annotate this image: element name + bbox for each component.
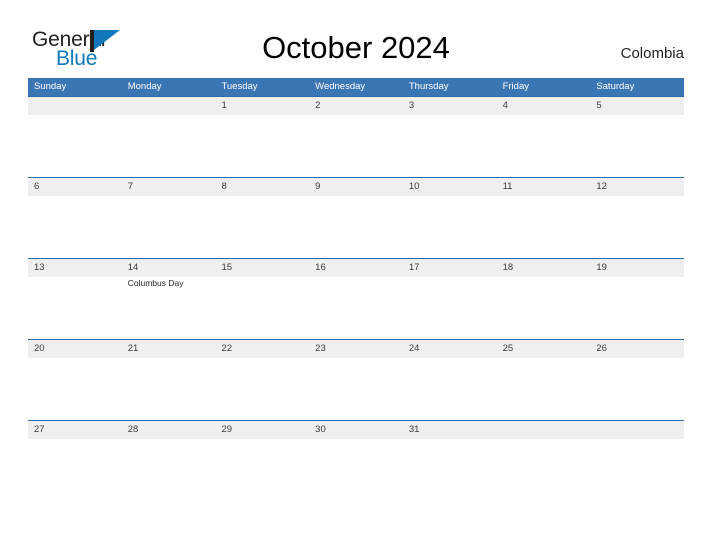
calendar-day-cell[interactable]: 17 bbox=[402, 259, 497, 339]
calendar-day-cell-empty bbox=[121, 97, 216, 177]
calendar-day-cell[interactable]: 8 bbox=[215, 178, 310, 258]
calendar-day-cell-empty bbox=[28, 97, 122, 177]
calendar-day-cell[interactable]: 21 bbox=[121, 340, 216, 420]
calendar-day-cell[interactable]: 9 bbox=[309, 178, 403, 258]
day-number: 15 bbox=[221, 262, 233, 273]
calendar-week-row: 13 14 Columbus Day 15 16 17 18 19 bbox=[28, 258, 685, 339]
calendar-day-cell[interactable]: 12 bbox=[590, 178, 685, 258]
day-number: 8 bbox=[221, 181, 227, 192]
day-number: 27 bbox=[34, 424, 45, 435]
day-number: 22 bbox=[221, 343, 233, 354]
holiday-label: Columbus Day bbox=[127, 278, 184, 288]
calendar-week-row: 1 2 3 4 5 bbox=[28, 96, 685, 177]
calendar-day-cell[interactable]: 19 bbox=[590, 259, 685, 339]
calendar-day-cell-empty bbox=[496, 421, 591, 501]
day-number: 14 bbox=[127, 262, 139, 273]
calendar-day-cell[interactable]: 24 bbox=[402, 340, 497, 420]
calendar-week-row: 6 7 8 9 10 11 12 bbox=[28, 177, 685, 258]
calendar-day-cell[interactable]: 26 bbox=[590, 340, 685, 420]
calendar-day-cell[interactable]: 20 bbox=[28, 340, 122, 420]
calendar-day-cell[interactable]: 22 bbox=[215, 340, 310, 420]
day-number: 5 bbox=[596, 100, 602, 111]
day-number: 10 bbox=[408, 181, 420, 192]
calendar-day-cell[interactable]: 5 bbox=[590, 97, 685, 177]
day-number: 16 bbox=[315, 262, 326, 273]
weekday-header-row: Sunday Monday Tuesday Wednesday Thursday… bbox=[28, 78, 684, 96]
calendar-week-row: 27 28 29 30 31 bbox=[28, 420, 685, 501]
calendar-day-cell[interactable]: 31 bbox=[402, 421, 497, 501]
day-number: 26 bbox=[596, 343, 607, 354]
day-number: 20 bbox=[34, 343, 45, 354]
day-number: 30 bbox=[315, 424, 326, 435]
day-number: 3 bbox=[408, 100, 415, 111]
calendar-day-cell[interactable]: 15 bbox=[215, 259, 310, 339]
day-number: 19 bbox=[596, 262, 607, 273]
day-number: 1 bbox=[221, 100, 227, 111]
calendar-day-cell[interactable]: 28 bbox=[121, 421, 216, 501]
day-number: 25 bbox=[502, 343, 514, 354]
weekday-header-saturday: Saturday bbox=[596, 81, 635, 92]
day-number: 6 bbox=[34, 181, 40, 192]
calendar-day-cell[interactable]: 16 bbox=[309, 259, 403, 339]
day-number: 18 bbox=[502, 262, 514, 273]
day-number: 2 bbox=[315, 100, 321, 111]
day-events: Columbus Day bbox=[128, 278, 213, 290]
calendar-day-cell[interactable]: 10 bbox=[402, 178, 497, 258]
day-number: 24 bbox=[408, 343, 420, 354]
weekday-header-monday: Monday bbox=[127, 81, 162, 92]
calendar-day-cell[interactable]: 30 bbox=[309, 421, 403, 501]
day-number: 21 bbox=[127, 343, 139, 354]
calendar-grid: Sunday Monday Tuesday Wednesday Thursday… bbox=[28, 78, 685, 501]
calendar-day-cell[interactable]: 7 bbox=[121, 178, 216, 258]
day-number: 31 bbox=[408, 424, 420, 435]
day-number: 9 bbox=[315, 181, 321, 192]
calendar-day-cell[interactable]: 13 bbox=[28, 259, 122, 339]
calendar-day-cell[interactable]: 6 bbox=[28, 178, 122, 258]
weekday-header-friday: Friday bbox=[502, 81, 529, 92]
day-number: 11 bbox=[502, 181, 513, 192]
calendar-day-cell[interactable]: 29 bbox=[215, 421, 310, 501]
calendar-day-cell[interactable]: 4 bbox=[496, 97, 591, 177]
day-number: 17 bbox=[408, 262, 420, 273]
calendar-day-cell[interactable]: 27 bbox=[28, 421, 122, 501]
calendar-day-cell[interactable]: 1 bbox=[215, 97, 310, 177]
day-number: 23 bbox=[315, 343, 326, 354]
weekday-header-sunday: Sunday bbox=[34, 81, 67, 92]
weekday-header-thursday: Thursday bbox=[408, 81, 449, 92]
calendar-page: General Blue October 2024 Colombia Sunda… bbox=[0, 0, 712, 550]
page-header: General Blue October 2024 Colombia bbox=[0, 0, 712, 78]
country-label: Colombia bbox=[620, 45, 684, 62]
calendar-day-cell[interactable]: 3 bbox=[402, 97, 497, 177]
weekday-header-wednesday: Wednesday bbox=[315, 81, 366, 92]
day-number: 29 bbox=[221, 424, 233, 435]
day-number: 7 bbox=[127, 181, 134, 192]
day-number: 4 bbox=[502, 100, 508, 111]
day-number: 28 bbox=[127, 424, 139, 435]
page-title: October 2024 bbox=[262, 30, 450, 65]
day-number: 13 bbox=[34, 262, 45, 273]
calendar-day-cell[interactable]: 2 bbox=[309, 97, 403, 177]
calendar-day-cell[interactable]: 18 bbox=[496, 259, 591, 339]
weekday-header-tuesday: Tuesday bbox=[221, 81, 258, 92]
calendar-day-cell[interactable]: 23 bbox=[309, 340, 403, 420]
calendar-week-row: 20 21 22 23 24 25 26 bbox=[28, 339, 685, 420]
day-number: 12 bbox=[596, 181, 607, 192]
calendar-day-cell[interactable]: 14 Columbus Day bbox=[121, 259, 216, 339]
calendar-day-cell-empty bbox=[590, 421, 685, 501]
calendar-weeks: 1 2 3 4 5 6 7 8 9 10 11 12 13 14 Columbus Day 15 16 17 18 1… bbox=[28, 96, 685, 501]
calendar-day-cell[interactable]: 25 bbox=[496, 340, 591, 420]
calendar-day-cell[interactable]: 11 bbox=[496, 178, 591, 258]
